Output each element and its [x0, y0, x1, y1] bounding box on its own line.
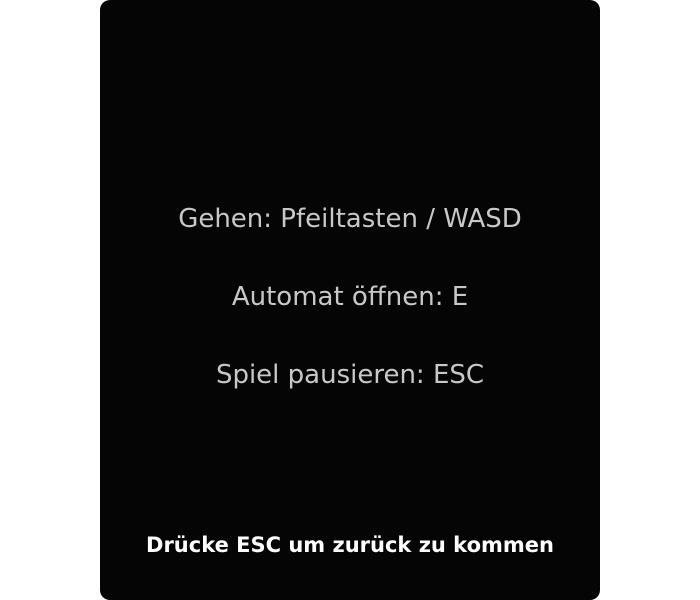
- control-open-vending-machine-text: Automat öffnen: E: [231, 282, 469, 312]
- control-pause-text: Spiel pausieren: ESC: [215, 360, 485, 390]
- back-hint-text: Drücke ESC um zurück zu kommen: [146, 533, 554, 557]
- controls-panel: Gehen: Pfeiltasten / WASD Automat öffnen…: [100, 0, 600, 600]
- control-move-text: Gehen: Pfeiltasten / WASD: [178, 204, 522, 234]
